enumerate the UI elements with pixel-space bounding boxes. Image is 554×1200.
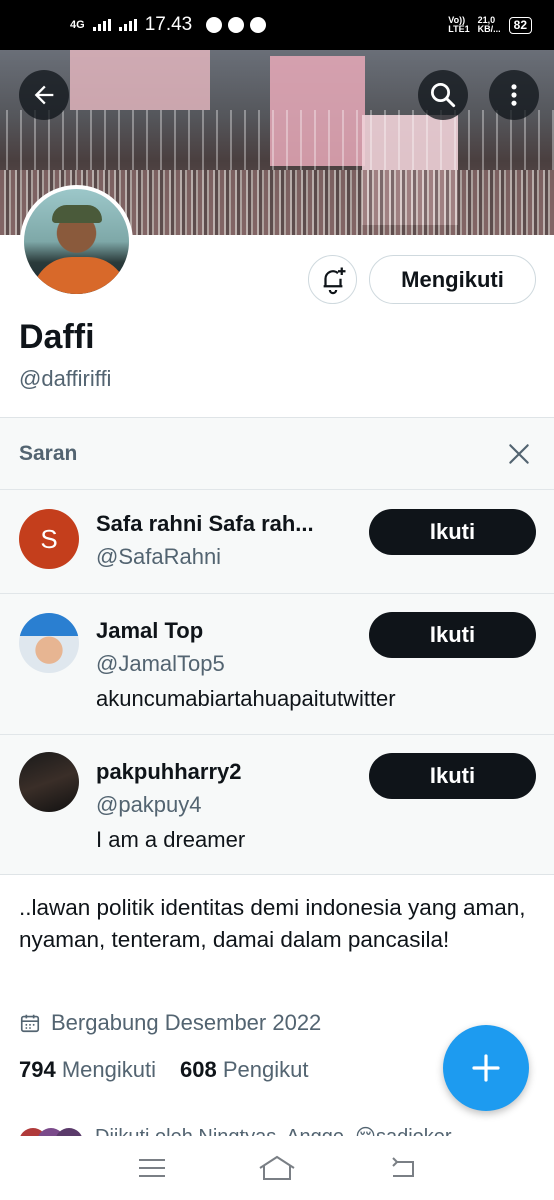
followed-by[interactable]: Diikuti oleh Ningtyas, Angge, 😔sadjoker xyxy=(19,1122,519,1136)
suggestion-bio: I am a dreamer xyxy=(96,827,246,852)
suggestion-name[interactable]: Jamal Top xyxy=(96,618,203,644)
suggestions-title: Saran xyxy=(19,441,78,465)
search-icon xyxy=(431,83,456,108)
notification-toggle-button[interactable] xyxy=(308,255,357,304)
home-icon xyxy=(259,1155,295,1180)
profile-bio: ..lawan politik identitas demi indonesia… xyxy=(19,895,526,952)
suggestions-header: Saran xyxy=(0,418,554,490)
network-type: 4G xyxy=(70,19,85,31)
back-button[interactable] xyxy=(19,70,69,120)
chat-icon xyxy=(250,17,267,33)
menu-icon xyxy=(139,1159,166,1177)
follow-button[interactable]: Ikuti xyxy=(369,753,536,799)
calendar-icon xyxy=(20,1014,40,1033)
plus-icon xyxy=(472,1054,500,1082)
suggestion-name[interactable]: pakpuhharry2 xyxy=(96,759,242,785)
followed-by-text: Diikuti oleh Ningtyas, Angge, 😔sadjoker xyxy=(95,1124,452,1136)
status-bar: 4G 17.43 Vo)) LTE1 21,0 KB/... 82 xyxy=(0,0,554,50)
suggestions-panel: Saran S Safa rahni Safa rah... @SafaRahn… xyxy=(0,417,554,875)
suggestion-item[interactable]: Jamal Top @JamalTop5 akuncumabiartahuapa… xyxy=(0,594,554,735)
suggestion-bio: akuncumabiartahuapaitutwitter xyxy=(96,686,396,711)
close-suggestions-button[interactable] xyxy=(503,438,535,470)
suggestion-name[interactable]: Safa rahni Safa rah... xyxy=(96,511,314,537)
profile-name: Daffi xyxy=(19,318,95,356)
signal-icon xyxy=(92,19,111,31)
joined-text: Bergabung Desember 2022 xyxy=(51,1010,322,1035)
followed-by-avatars xyxy=(19,1122,83,1136)
avatar[interactable] xyxy=(19,613,79,673)
bell-plus-icon xyxy=(323,267,345,294)
speed-icon xyxy=(228,17,245,33)
follow-stats: 794 Mengikuti 608 Pengikut xyxy=(19,1057,308,1083)
search-button[interactable] xyxy=(418,70,468,120)
home-button[interactable] xyxy=(252,1148,302,1188)
whatsapp-icon xyxy=(206,17,223,33)
profile-handle: @daffiriffi xyxy=(19,366,112,391)
compose-button[interactable] xyxy=(443,1025,529,1111)
suggestion-handle: @SafaRahni xyxy=(96,544,222,569)
avatar[interactable]: S xyxy=(19,509,79,569)
avatar[interactable] xyxy=(19,752,79,812)
following-stat[interactable]: 794 Mengikuti xyxy=(19,1057,156,1083)
follow-button[interactable]: Ikuti xyxy=(369,612,536,658)
system-nav-bar xyxy=(0,1136,554,1200)
more-options-button[interactable] xyxy=(489,70,539,120)
signal-icon-2 xyxy=(118,19,137,31)
following-button[interactable]: Mengikuti xyxy=(369,255,536,304)
followers-stat[interactable]: 608 Pengikut xyxy=(180,1057,308,1083)
volte-indicator: Vo)) LTE1 xyxy=(448,15,470,34)
recent-apps-button[interactable] xyxy=(127,1148,177,1188)
joined-date: Bergabung Desember 2022 xyxy=(19,1010,321,1036)
back-nav-button[interactable] xyxy=(377,1148,427,1188)
data-speed: 21,0 KB/... xyxy=(477,15,501,34)
profile-avatar[interactable] xyxy=(20,185,133,298)
suggestion-handle: @JamalTop5 xyxy=(96,651,225,676)
battery-indicator: 82 xyxy=(508,16,532,34)
clock: 17.43 xyxy=(144,14,193,35)
more-vertical-icon xyxy=(511,84,517,106)
close-icon xyxy=(509,443,529,464)
follow-button[interactable]: Ikuti xyxy=(369,509,536,555)
back-icon xyxy=(391,1157,414,1177)
back-arrow-icon xyxy=(34,85,54,105)
suggestion-item[interactable]: S Safa rahni Safa rah... @SafaRahni Ikut… xyxy=(0,490,554,594)
suggestion-handle: @pakpuy4 xyxy=(96,792,202,817)
suggestion-item[interactable]: pakpuhharry2 @pakpuy4 I am a dreamer Iku… xyxy=(0,735,554,875)
